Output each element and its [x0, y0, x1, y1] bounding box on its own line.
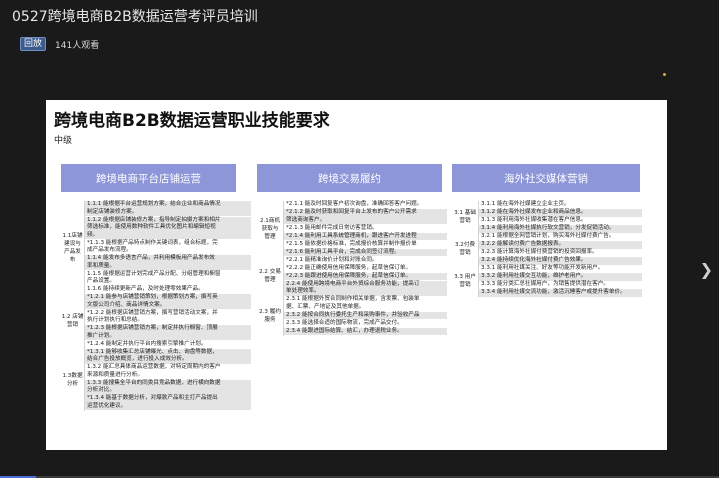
- list-item: *1.1.3 能根据产品特点制作关键词表，组合标题，完 成产品发布流程。: [87, 239, 218, 254]
- list-item: 1.1.1 能根据平台运营规划方案，结合企业和商品情况 制定店铺装修方案。: [85, 201, 251, 216]
- list-item: 2.3.1 能根据外贸合同制作相关单据，含发票、包装单 据、汇票、产地证及其他单…: [286, 296, 420, 310]
- column-header-store-ops: 跨境电商平台店铺运营: [61, 164, 236, 192]
- column-header-social-marketing: 海外社交媒体营销: [452, 164, 640, 192]
- list-item: 2.3.2 能按合同执行委托生产和采购事件，并验收产品: [284, 311, 447, 319]
- replay-badge[interactable]: 回放: [20, 37, 47, 51]
- column-store-ops: 1.1店铺 建设与 产品发 布 1.1.1 能根据平台运营规划方案，结合企业和商…: [61, 201, 251, 411]
- section-basic-marketing: 3.1 基础 营销 3.1.1 能在海外社媒建立企业主页。 3.1.2 能在海外…: [452, 201, 642, 233]
- column-header-trade-fulfillment: 跨境交易履约: [257, 164, 442, 192]
- section-label: 1.1店铺 建设与 产品发 布: [61, 201, 85, 294]
- list-item: 3.2.1 能根据全网营销计划，购买海外社媒付费广告。: [481, 233, 615, 239]
- section-label: 2.3 履约 服务: [257, 296, 284, 336]
- section-label: 3.3 用户 营销: [452, 265, 479, 297]
- list-item: 1.1.5 能根据运营计划完成产品分配、分组管理和橱窗 产品设置。: [87, 270, 221, 285]
- list-item: 3.1.3 能利用海外社媒收集潜在客户信息。: [481, 217, 587, 223]
- list-item: 3.3.1 能利用社媒关注、好友等功能开发新用户。: [481, 265, 604, 271]
- list-item: *2.1.2 能及时获取和回复平台上发布的客户公开需求 筛选商询客户。: [284, 209, 447, 224]
- list-item: *1.3.1 能够收集汇总店铺曝光、点击、询盘等数据， 结合广告投放概览，进行投…: [85, 348, 251, 364]
- column-social-marketing: 3.1 基础 营销 3.1.1 能在海外社媒建立企业主页。 3.1.2 能在海外…: [452, 201, 642, 297]
- section-label: 1.2 店铺 营销: [61, 294, 85, 349]
- window-title: 0527跨境电商B2B数据运营考评员培训: [12, 9, 258, 25]
- list-item: *2.2.2 能正确使用信用保障服务，起草信保订单。: [286, 264, 412, 271]
- list-item: 3.2.2 能解读付费广告数据报表。: [479, 241, 642, 249]
- section-label: 2.1商机 获取与 管理: [257, 201, 284, 257]
- list-item: 1.1.4 能发布多语言产品，并利用模板用产品发布效 率和质量。: [85, 255, 251, 270]
- section-label: 1.3数据 分析: [61, 348, 85, 411]
- list-item: 1.1.2 能根据店铺装修方案，指导制定拍摄方案和相片 筛选标准，能使用数种软件…: [85, 216, 251, 239]
- list-item: 2.3.3 能选择合适的国际物流，完成产品交付。: [286, 319, 403, 326]
- section-store-marketing: 1.2 店铺 营销 *1.2.1 能参与店铺营销策划，根据策划方案，撰写英 文版…: [61, 294, 251, 349]
- section-label: 2.2 交易 管理: [257, 256, 284, 296]
- section-lead-management: 2.1商机 获取与 管理 *2.1.1 能及时回复客户初次询盘，准确回答客户问题…: [257, 201, 447, 257]
- list-item: 3.3.4 能利用社媒交流功能，激活沉睡客户或提升客单价。: [479, 289, 642, 297]
- list-item: *2.1.4 能利用工具系统管理商机，跟进客户开发进程: [284, 232, 447, 240]
- section-store-build: 1.1店铺 建设与 产品发 布 1.1.1 能根据平台运营规划方案，结合企业和商…: [61, 201, 251, 294]
- list-item: *2.2.3 能跟进使用信用保障服务，起草信保订单。: [284, 272, 447, 280]
- slide-title: 跨境电商B2B数据运营职业技能要求: [54, 111, 330, 131]
- viewer-count: 141人观看: [55, 40, 100, 51]
- section-trade-management: 2.2 交易 管理 *2.2.1 能精准询价计划和对账合同。 *2.2.2 能正…: [257, 256, 447, 296]
- list-item: 3.3.3 能分类汇总社媒用户，为销售提供潜在客户。: [481, 281, 609, 287]
- list-item: *1.2.3 能根据店铺营销方案，制定并执行橱窗、顶展 推广计划。: [85, 325, 251, 340]
- list-item: 3.1.1 能在海外社媒建立企业主页。: [481, 201, 570, 207]
- section-data-analysis: 1.3数据 分析 *1.3.1 能够收集汇总店铺曝光、点击、询盘等数据， 结合广…: [61, 348, 251, 411]
- list-item: 3.2.4 能持续优化海外社媒付费广告效果。: [479, 257, 642, 265]
- status-dot: [663, 73, 666, 76]
- list-item: *1.3.4 能基于数据分析，对爆款产品和主打产品提出 运营优化建议。: [85, 395, 251, 410]
- section-label: 3.2付费 营销: [452, 233, 479, 265]
- list-item: *1.2.4 能制定并执行平台内搜索引擎推广计划。: [87, 340, 207, 347]
- list-item: *1.2.2 能根据店铺营销方案，撰写营销活动文案，并 执行计划执行和总结。: [87, 309, 218, 324]
- list-item: *1.2.1 能参与店铺营销策划，根据策划方案，撰写英 文版公司介绍、商品详情文…: [85, 294, 251, 309]
- stream-meta: 回放 141人观看: [20, 37, 99, 51]
- list-item: *2.1.3 能用邮件完成日常访客营销。: [286, 224, 378, 231]
- list-item: 1.1.6 能持续更新产品，及时处理零效果产品。: [87, 286, 204, 292]
- list-item: 2.2.4 能使用跨境电商平台外贸综合服务功能，提高订 单处理效率。: [284, 280, 447, 296]
- column-trade-fulfillment: 2.1商机 获取与 管理 *2.1.1 能及时回复客户初次询盘，准确回答客户问题…: [257, 201, 447, 336]
- slide: 跨境电商B2B数据运营职业技能要求 中级 跨境电商平台店铺运营 跨境交易履约 海…: [46, 100, 667, 450]
- section-user-marketing: 3.3 用户 营销 3.3.1 能利用社媒关注、好友等功能开发新用户。 3.3.…: [452, 265, 642, 297]
- list-item: *2.1.1 能及时回复客户初次询盘，准确回答客户问题。: [286, 201, 423, 207]
- list-item: 3.1.4 能利用海外社媒执行软文营销，分发促销活动。: [479, 225, 642, 233]
- list-item: 1.3.3 能搜集全平台的同类目竞品数据，进行横向数据 分析对比。: [85, 379, 251, 395]
- slide-level: 中级: [54, 136, 73, 146]
- list-item: *2.2.1 能精准询价计划和对账合同。: [286, 256, 378, 263]
- section-label: 3.1 基础 营销: [452, 201, 479, 233]
- section-fulfillment-service: 2.3 履约 服务 2.3.1 能根据外贸合同制作相关单据，含发票、包装单 据、…: [257, 296, 447, 336]
- list-item: 3.2.3 能计算海外社媒付费营销的投资回报率。: [481, 249, 598, 255]
- list-item: 2.3.4 能跟进国际结算、结汇，办理退税业务。: [284, 327, 447, 335]
- list-item: 3.1.2 能在海外社媒发布企业和商品信息。: [479, 209, 642, 217]
- list-item: 3.3.2 能利用社媒交互功能，维护老用户。: [479, 273, 642, 281]
- list-item: *2.1.5 能依据价格标准，完成报价核算并制作报价单: [286, 240, 417, 247]
- next-slide-chevron-icon[interactable]: ❯: [700, 262, 713, 278]
- section-paid-marketing: 3.2付费 营销 3.2.1 能根据全网营销计划，购买海外社媒付费广告。 3.2…: [452, 233, 642, 265]
- list-item: 1.3.2 能汇总具体商品运营数据，对特定周期内的客户 来源和质量进行分析。: [87, 364, 221, 378]
- list-item: *2.1.6 能利用工具平台，完成合同签订流程。: [284, 248, 447, 256]
